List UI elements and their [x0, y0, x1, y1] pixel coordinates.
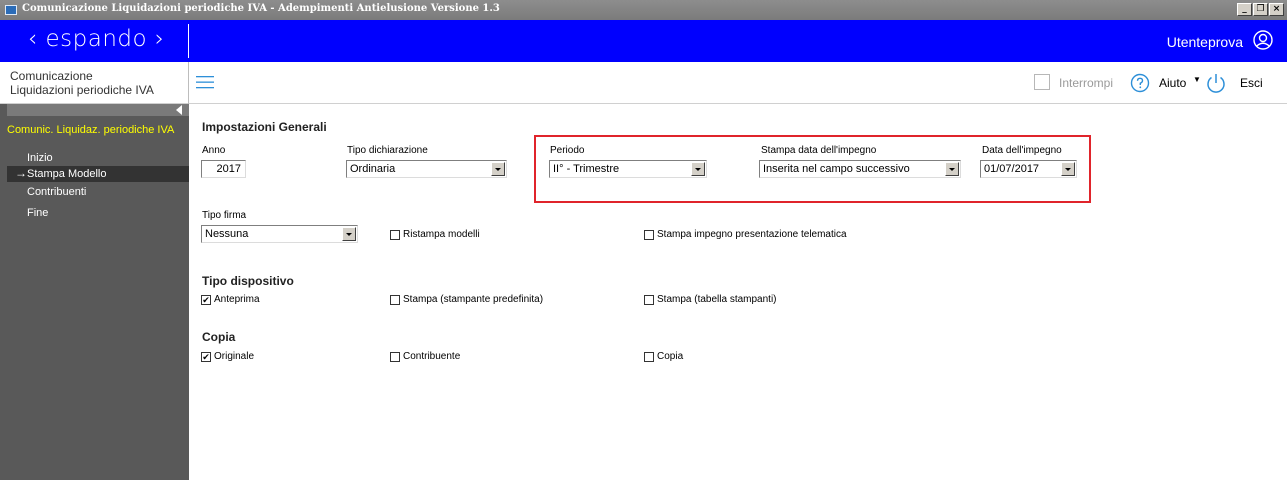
- data-impegno-label: Data dell'impegno: [982, 145, 1062, 156]
- interrompi-checkbox[interactable]: [1034, 74, 1050, 90]
- chevron-down-icon[interactable]: [342, 227, 356, 241]
- copia-label[interactable]: Copia: [657, 351, 683, 362]
- chevron-down-icon[interactable]: [691, 162, 705, 176]
- stampa-data-impegno-label: Stampa data dell'impegno: [761, 145, 877, 156]
- sidebar-item-label: Fine: [27, 207, 49, 219]
- ristampa-modelli-label[interactable]: Ristampa modelli: [403, 229, 480, 240]
- arrow-right-icon: →: [15, 166, 27, 180]
- anteprima-checkbox[interactable]: ✔: [201, 295, 211, 305]
- maximize-button[interactable]: ❐: [1253, 3, 1268, 16]
- chevron-down-icon[interactable]: [491, 162, 505, 176]
- tipo-firma-select[interactable]: Nessuna: [201, 225, 358, 243]
- module-title-line1: Comunicazione: [10, 69, 93, 83]
- stampa-data-impegno-value: Inserita nel campo successivo: [763, 163, 910, 175]
- stampa-tabella-label[interactable]: Stampa (tabella stampanti): [657, 294, 777, 305]
- tipo-dichiarazione-value: Ordinaria: [350, 163, 396, 175]
- data-impegno-value: 01/07/2017: [984, 163, 1040, 175]
- stampa-predefinita-checkbox[interactable]: [390, 295, 400, 305]
- hamburger-menu-icon[interactable]: [196, 74, 214, 90]
- aiuto-label[interactable]: Aiuto: [1159, 76, 1186, 90]
- minimize-button[interactable]: _: [1237, 3, 1252, 16]
- user-icon[interactable]: [1253, 30, 1273, 50]
- section-title-dispositivo: Tipo dispositivo: [202, 274, 294, 288]
- user-name[interactable]: Utenteprova: [1167, 34, 1243, 50]
- sidebar-top-strip: [7, 104, 189, 116]
- periodo-label: Periodo: [550, 145, 585, 156]
- power-icon[interactable]: [1205, 72, 1227, 94]
- window-titlebar: Comunicazione Liquidazioni periodiche IV…: [0, 0, 1287, 20]
- chevron-down-icon[interactable]: [1061, 162, 1075, 176]
- contribuente-checkbox[interactable]: [390, 352, 400, 362]
- stampa-impegno-telematica-checkbox[interactable]: [644, 230, 654, 240]
- originale-checkbox[interactable]: ✔: [201, 352, 211, 362]
- stampa-tabella-checkbox[interactable]: [644, 295, 654, 305]
- contribuente-label[interactable]: Contribuente: [403, 351, 460, 362]
- section-title-copia: Copia: [202, 330, 236, 344]
- sidebar-item-inizio[interactable]: Inizio: [7, 150, 189, 166]
- stampa-impegno-telematica-label[interactable]: Stampa impegno presentazione telematica: [657, 229, 847, 240]
- originale-label[interactable]: Originale: [214, 351, 254, 362]
- window-title: Comunicazione Liquidazioni periodiche IV…: [22, 3, 500, 14]
- help-icon[interactable]: [1130, 73, 1150, 93]
- sidebar-item-stampa-modello[interactable]: → Stampa Modello: [7, 166, 189, 182]
- app-window-icon: [5, 5, 17, 15]
- chevron-down-icon[interactable]: [945, 162, 959, 176]
- section-title-general: Impostazioni Generali: [202, 120, 327, 134]
- stampa-predefinita-label[interactable]: Stampa (stampante predefinita): [403, 294, 543, 305]
- chevron-down-icon[interactable]: ▼: [1193, 75, 1201, 84]
- close-button[interactable]: ×: [1269, 3, 1284, 16]
- tipo-firma-label: Tipo firma: [202, 210, 247, 221]
- copia-checkbox[interactable]: [644, 352, 654, 362]
- tipo-dichiarazione-label: Tipo dichiarazione: [347, 145, 428, 156]
- brand-bar: ‹ espando › Utenteprova: [0, 20, 1287, 62]
- sidebar-item-label: Stampa Modello: [27, 168, 107, 180]
- anteprima-label[interactable]: Anteprima: [214, 294, 260, 305]
- module-title-line2: Liquidazioni periodiche IVA: [10, 83, 154, 97]
- sidebar: Comunic. Liquidaz. periodiche IVA Inizio…: [0, 104, 189, 480]
- esci-label[interactable]: Esci: [1240, 76, 1263, 90]
- collapse-sidebar-icon[interactable]: [176, 105, 182, 115]
- toolbar: Comunicazione Liquidazioni periodiche IV…: [0, 62, 1287, 104]
- data-impegno-select[interactable]: 01/07/2017: [980, 160, 1077, 178]
- main-content: Impostazioni Generali Anno 2017 Tipo dic…: [189, 104, 1287, 480]
- tipo-firma-value: Nessuna: [205, 228, 249, 240]
- toolbar-divider: [188, 62, 189, 104]
- anno-input[interactable]: 2017: [201, 160, 246, 178]
- anno-label: Anno: [202, 145, 226, 156]
- periodo-select[interactable]: II° - Trimestre: [549, 160, 707, 178]
- stampa-data-impegno-select[interactable]: Inserita nel campo successivo: [759, 160, 961, 178]
- brand-divider: [188, 24, 189, 58]
- espando-logo: ‹ espando ›: [28, 26, 165, 52]
- sidebar-item-fine[interactable]: Fine: [7, 205, 189, 221]
- module-title: Comunicazione Liquidazioni periodiche IV…: [10, 69, 154, 97]
- sidebar-item-label: Inizio: [27, 152, 53, 164]
- sidebar-item-label: Contribuenti: [27, 186, 87, 198]
- tipo-dichiarazione-select[interactable]: Ordinaria: [346, 160, 507, 178]
- sidebar-item-contribuenti[interactable]: Contribuenti: [7, 184, 189, 200]
- interrompi-label[interactable]: Interrompi: [1059, 76, 1113, 90]
- sidebar-header: Comunic. Liquidaz. periodiche IVA: [7, 124, 175, 136]
- ristampa-modelli-checkbox[interactable]: [390, 230, 400, 240]
- periodo-value: II° - Trimestre: [553, 163, 620, 175]
